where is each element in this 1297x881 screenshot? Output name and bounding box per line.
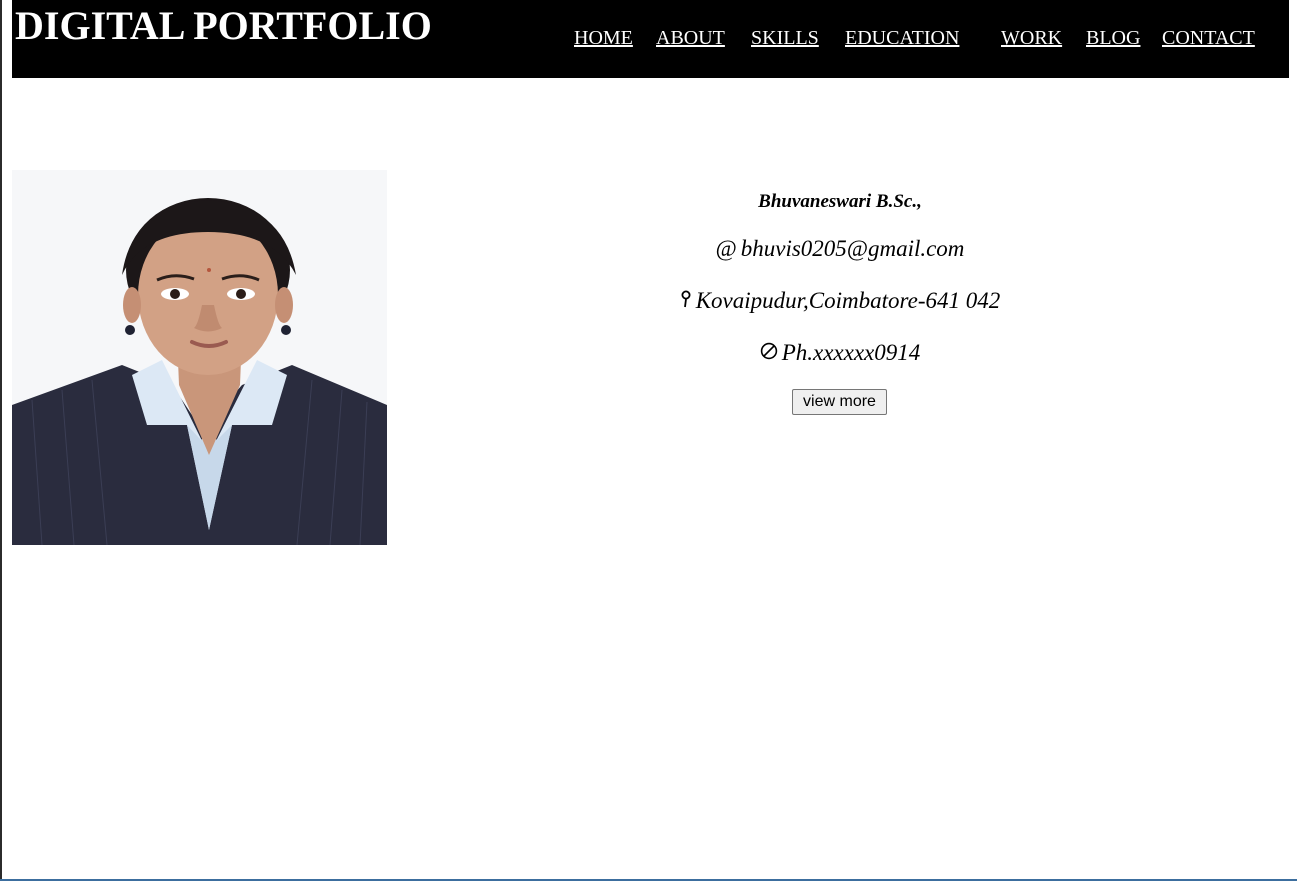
profile-phone: Ph.xxxxxx0914: [781, 340, 921, 365]
view-more-button[interactable]: view more: [792, 389, 887, 415]
profile-phone-line: Ph.xxxxxx0914: [560, 339, 1120, 367]
site-header: DIGITAL PORTFOLIO HOME ABOUT SKILLS EDUC…: [12, 0, 1289, 78]
nav-education-link[interactable]: EDUCATION: [845, 26, 959, 50]
nav-home-link[interactable]: HOME: [574, 26, 633, 50]
nav-about-link[interactable]: ABOUT: [656, 26, 725, 50]
nav-contact-link[interactable]: CONTACT: [1162, 26, 1255, 50]
nav-work-link[interactable]: WORK: [1001, 26, 1062, 50]
phone-icon: [760, 339, 778, 367]
profile-photo: [12, 170, 387, 545]
window-left-border: [0, 0, 2, 881]
profile-email-line: @ bhuvis0205@gmail.com: [560, 235, 1120, 263]
profile-portrait-image: [12, 170, 387, 545]
nav-blog-link[interactable]: BLOG: [1086, 26, 1140, 50]
at-icon: @: [715, 236, 737, 261]
map-pin-icon: [680, 287, 692, 315]
nav-skills-link[interactable]: SKILLS: [751, 26, 819, 50]
site-title: DIGITAL PORTFOLIO: [15, 3, 432, 48]
profile-address-line: Kovaipudur,Coimbatore-641 042: [560, 287, 1120, 315]
profile-address: Kovaipudur,Coimbatore-641 042: [695, 288, 1001, 313]
profile-name: Bhuvaneswari B.Sc.,: [758, 191, 922, 212]
profile-email: bhuvis0205@gmail.com: [740, 236, 965, 261]
